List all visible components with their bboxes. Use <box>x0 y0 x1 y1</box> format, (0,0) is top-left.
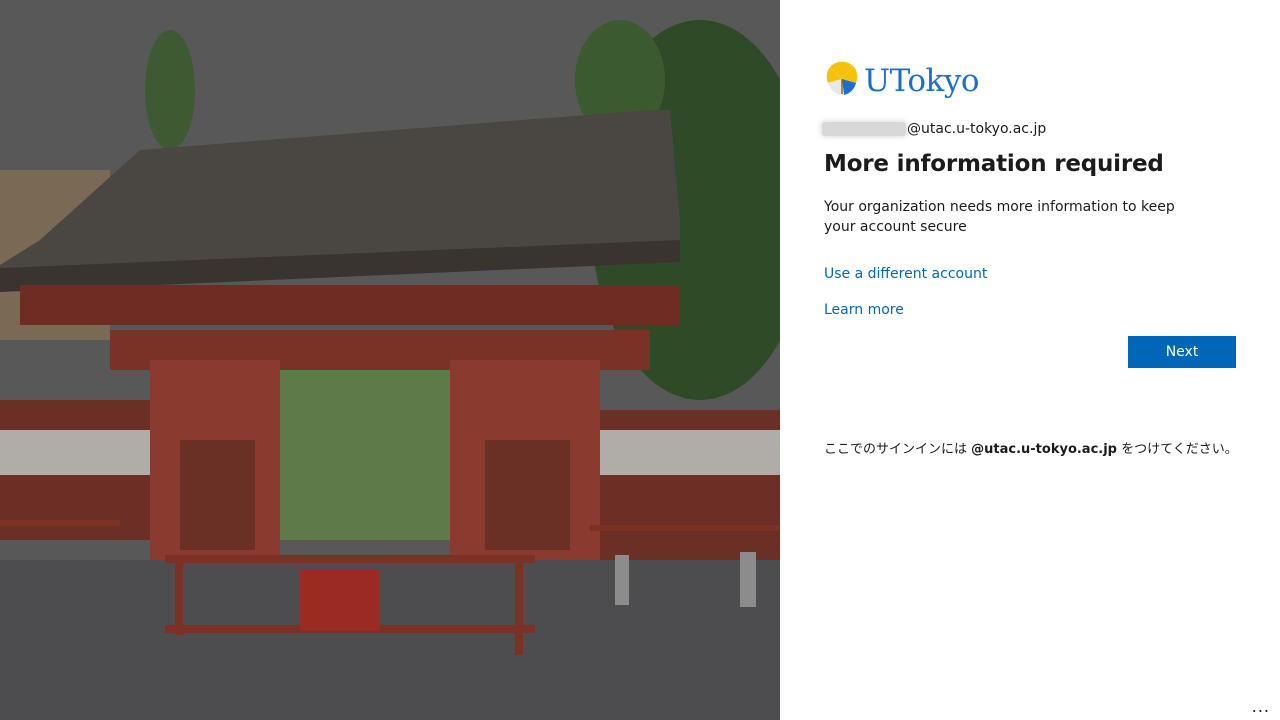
notice-domain: @utac.u-tokyo.ac.jp <box>971 442 1117 457</box>
more-options-icon[interactable]: ... <box>1252 697 1270 716</box>
description-text: Your organization needs more information… <box>824 199 1175 235</box>
email-domain: @utac.u-tokyo.ac.jp <box>907 121 1047 137</box>
account-identity: @utac.u-tokyo.ac.jp <box>822 118 1046 140</box>
ginkgo-emblem-icon <box>824 61 860 101</box>
learn-more-link[interactable]: Learn more <box>824 302 904 318</box>
signin-notice: ここでのサインインには @utac.u-tokyo.ac.jp をつけてください… <box>824 438 1238 457</box>
notice-prefix: ここでのサインインには <box>824 442 972 457</box>
sign-in-panel: UTokyo @utac.u-tokyo.ac.jp More informat… <box>780 0 1280 720</box>
next-button[interactable]: Next <box>1128 336 1236 368</box>
use-different-account-link[interactable]: Use a different account <box>824 266 987 282</box>
notice-suffix: をつけてください。 <box>1117 442 1238 457</box>
utokyo-logo: UTokyo <box>824 61 980 101</box>
background-image-akamon-gate <box>0 0 780 720</box>
logo-text: UTokyo <box>864 63 980 99</box>
page-title: More information required <box>824 151 1164 177</box>
redacted-username <box>822 122 906 136</box>
